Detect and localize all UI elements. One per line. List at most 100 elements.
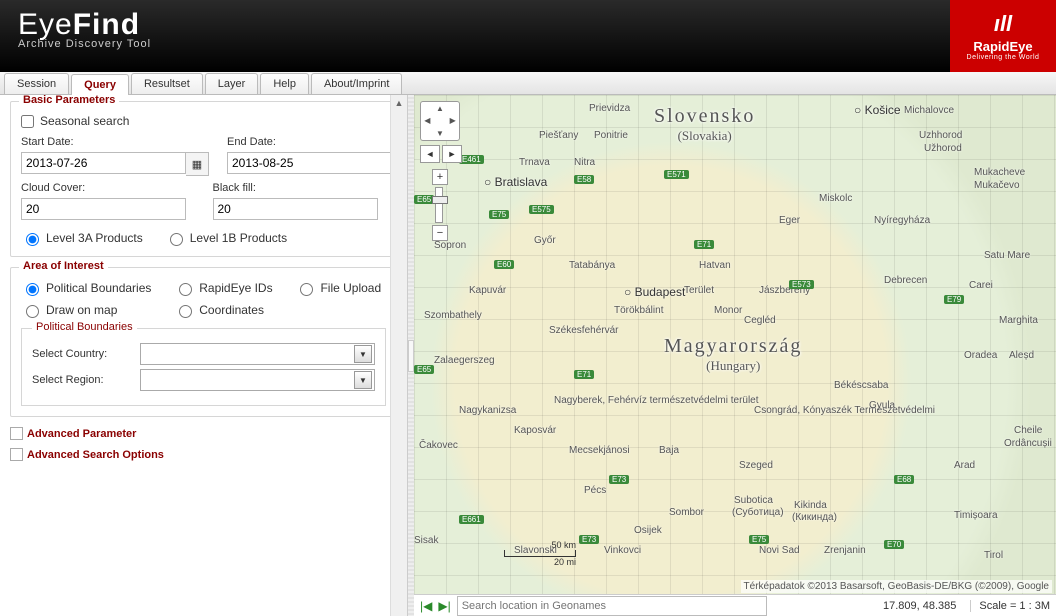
road-shield: E575 — [529, 205, 554, 214]
pan-up-icon[interactable]: ▲ — [434, 102, 447, 115]
city-label: Győr — [534, 235, 556, 246]
zoom-out-button[interactable]: − — [432, 225, 448, 241]
seasonal-search-checkbox[interactable] — [21, 115, 34, 128]
advanced-parameter-toggle[interactable]: Advanced Parameter — [10, 427, 397, 440]
pan-down-icon[interactable]: ▼ — [434, 127, 447, 140]
city-label: Sisak — [414, 535, 438, 546]
city-label: Csongrád, Kónyaszék Természetvédelmi — [754, 405, 935, 416]
city-label: Michalovce — [904, 105, 954, 116]
level-3a-radio[interactable] — [26, 233, 39, 246]
history-forward-icon[interactable]: ► — [442, 145, 462, 163]
city-label: Arad — [954, 460, 975, 471]
nav-first-icon[interactable]: |◀ — [420, 599, 432, 613]
map-attribution: Térképadatok ©2013 Basarsoft, GeoBasis-D… — [741, 580, 1052, 593]
city-label: Hatvan — [699, 260, 731, 271]
road-shield: E70 — [884, 540, 904, 549]
start-date-picker-icon[interactable]: ▦ — [186, 152, 209, 176]
zoom-in-button[interactable]: + — [432, 169, 448, 185]
aoi-political-radio[interactable] — [26, 283, 39, 296]
cloud-cover-input[interactable] — [21, 198, 186, 220]
seasonal-search-label: Seasonal search — [40, 114, 129, 128]
chevron-down-icon: ▼ — [354, 371, 372, 389]
level-1b-radio[interactable] — [170, 233, 183, 246]
map-controls: ▲ ◀ ▶ ▼ ◄ ► + − — [420, 101, 462, 241]
city-label: ○ Budapest — [624, 285, 685, 299]
city-label: Szeged — [739, 460, 773, 471]
city-label: Terület — [684, 285, 714, 296]
aoi-coords-radio[interactable] — [179, 305, 192, 318]
city-label: Trnava — [519, 157, 550, 168]
aoi-draw-radio[interactable] — [26, 305, 39, 318]
city-label: Tatabánya — [569, 260, 615, 271]
query-sidebar: Basic Parameters Seasonal search Start D… — [0, 95, 408, 616]
black-fill-input[interactable] — [213, 198, 378, 220]
pan-left-icon[interactable]: ◀ — [421, 115, 434, 128]
select-country-dropdown[interactable]: ▼ — [140, 343, 375, 365]
tab-resultset[interactable]: Resultset — [131, 73, 203, 94]
city-label: Timișoara — [954, 510, 998, 521]
city-label: ○ Košice — [854, 103, 901, 117]
scale-mi: 20 mi — [504, 557, 576, 567]
road-shield: E71 — [694, 240, 714, 249]
zoom-slider-handle[interactable] — [432, 196, 448, 204]
city-label: Piešťany — [539, 130, 578, 141]
end-date-label: End Date: — [227, 136, 408, 148]
aoi-rapideye-radio[interactable] — [179, 283, 192, 296]
city-label: Nitra — [574, 157, 595, 168]
pan-right-icon[interactable]: ▶ — [446, 115, 459, 128]
road-shield: E71 — [574, 370, 594, 379]
road-shield: E461 — [459, 155, 484, 164]
aoi-coords-label: Coordinates — [199, 303, 264, 317]
select-region-dropdown[interactable]: ▼ — [140, 369, 375, 391]
city-label: (Суботица) — [732, 507, 784, 518]
sidebar-scrollbar[interactable]: ▲ — [390, 95, 407, 616]
tab-query[interactable]: Query — [71, 74, 129, 95]
map-panel[interactable]: Slovensko(Slovakia)Magyarország(Hungary)… — [414, 95, 1056, 616]
city-label: Miskolc — [819, 193, 852, 204]
road-shield: E661 — [459, 515, 484, 524]
city-label: Oradea — [964, 350, 997, 361]
tab-session[interactable]: Session — [4, 73, 69, 94]
select-region-label: Select Region: — [32, 374, 132, 386]
expand-icon — [10, 427, 23, 440]
history-back-icon[interactable]: ◄ — [420, 145, 440, 163]
select-country-label: Select Country: — [32, 348, 132, 360]
city-label: Osijek — [634, 525, 662, 536]
city-label: Nagyberek, Fehérvíz természetvédelmi ter… — [554, 395, 759, 406]
end-date-input[interactable] — [227, 152, 392, 174]
advanced-search-toggle[interactable]: Advanced Search Options — [10, 448, 397, 461]
app-logo: EyeFind Archive Discovery Tool — [18, 8, 151, 50]
city-label: Čakovec — [419, 440, 458, 451]
city-label: Marghita — [999, 315, 1038, 326]
level-3a-label: Level 3A Products — [46, 231, 143, 245]
tab-layer[interactable]: Layer — [205, 73, 259, 94]
scroll-up-icon[interactable]: ▲ — [391, 95, 407, 111]
tab-help[interactable]: Help — [260, 73, 309, 94]
scale-ratio: Scale = 1 : 3M — [970, 600, 1050, 612]
black-fill-label: Black fill: — [213, 182, 387, 194]
geonames-search-input[interactable] — [457, 596, 767, 616]
city-label: Ordâncușii — [1004, 438, 1052, 449]
aoi-political-label: Political Boundaries — [46, 281, 151, 295]
city-label: Békéscsaba — [834, 380, 888, 391]
city-label: Carei — [969, 280, 993, 291]
city-label: Vinkovci — [604, 545, 641, 556]
city-label: Satu Mare — [984, 250, 1030, 261]
scale-km: 50 km — [504, 540, 576, 550]
political-legend: Political Boundaries — [32, 321, 137, 333]
cursor-coordinates: 17.809, 48.385 — [883, 600, 956, 612]
city-label: Novi Sad — [759, 545, 800, 556]
city-label: Kaposvár — [514, 425, 556, 436]
city-label: Mecsekjánosi — [569, 445, 630, 456]
nav-next-icon[interactable]: ▶| — [438, 599, 450, 613]
app-header: EyeFind Archive Discovery Tool ıll Rapid… — [0, 0, 1056, 72]
start-date-input[interactable] — [21, 152, 186, 174]
city-label: Szombathely — [424, 310, 482, 321]
road-shield: E73 — [609, 475, 629, 484]
aoi-file-radio[interactable] — [300, 283, 313, 296]
city-label: Debrecen — [884, 275, 927, 286]
basic-parameters: Basic Parameters Seasonal search Start D… — [10, 101, 397, 257]
zoom-slider-track[interactable] — [435, 187, 443, 223]
aoi-legend: Area of Interest — [19, 260, 108, 272]
tab-about[interactable]: About/Imprint — [311, 73, 402, 94]
